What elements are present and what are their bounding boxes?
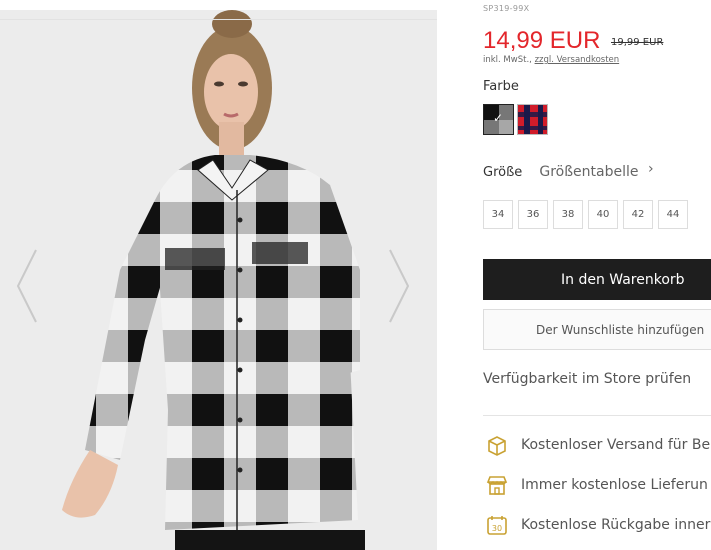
tax-text: inkl. MwSt., [483, 55, 535, 65]
color-swatch-red-navy[interactable] [517, 104, 548, 135]
size-option-36[interactable]: 36 [518, 200, 548, 229]
size-header: Größe Größentabelle › [483, 161, 711, 181]
current-price: 14,99 EUR [483, 27, 601, 54]
benefit-text: Immer kostenlose Lieferun [521, 477, 708, 493]
calendar-30-icon: 30 [483, 512, 511, 538]
product-details-panel: SP319-99X 14,99 EUR 19,99 EUR inkl. MwSt… [483, 0, 711, 550]
next-image-arrow-icon[interactable] [384, 246, 414, 326]
benefit-free-returns: 30 Kostenlose Rückgabe inner [483, 512, 710, 538]
section-divider [483, 415, 711, 416]
old-price: 19,99 EUR [611, 37, 664, 48]
product-sku: SP319-99X [483, 4, 530, 13]
product-photo [0, 10, 437, 550]
color-swatch-black-white[interactable]: ✓ [483, 104, 514, 135]
check-store-availability-link[interactable]: Verfügbarkeit im Store prüfen [483, 371, 691, 387]
tax-note: inkl. MwSt., zzgl. Versandkosten [483, 55, 619, 65]
size-option-40[interactable]: 40 [588, 200, 618, 229]
color-label: Farbe [483, 79, 519, 94]
product-gallery [0, 10, 437, 550]
box-icon [483, 432, 511, 458]
size-guide-link[interactable]: Größentabelle [539, 164, 638, 180]
selected-check-icon: ✓ [493, 111, 504, 125]
red-navy-check-pattern [518, 105, 547, 134]
store-icon [483, 472, 511, 498]
svg-text:30: 30 [492, 524, 502, 533]
benefit-text: Kostenloser Versand für Be [521, 437, 711, 453]
size-options: 34 36 38 40 42 44 [483, 200, 688, 229]
size-option-44[interactable]: 44 [658, 200, 688, 229]
size-option-38[interactable]: 38 [553, 200, 583, 229]
chevron-right-icon[interactable]: › [648, 161, 654, 177]
top-divider [0, 19, 437, 20]
add-to-wishlist-button[interactable]: Der Wunschliste hinzufügen [483, 309, 711, 350]
benefit-free-delivery: Immer kostenlose Lieferun [483, 472, 708, 498]
size-option-34[interactable]: 34 [483, 200, 513, 229]
previous-image-arrow-icon[interactable] [12, 246, 42, 326]
benefit-free-shipping: Kostenloser Versand für Be [483, 432, 710, 458]
add-to-cart-button[interactable]: In den Warenkorb [483, 259, 711, 300]
shipping-costs-link[interactable]: zzgl. Versandkosten [535, 55, 620, 65]
size-label: Größe [483, 165, 523, 180]
size-option-42[interactable]: 42 [623, 200, 653, 229]
benefit-text: Kostenlose Rückgabe inner [521, 517, 711, 533]
